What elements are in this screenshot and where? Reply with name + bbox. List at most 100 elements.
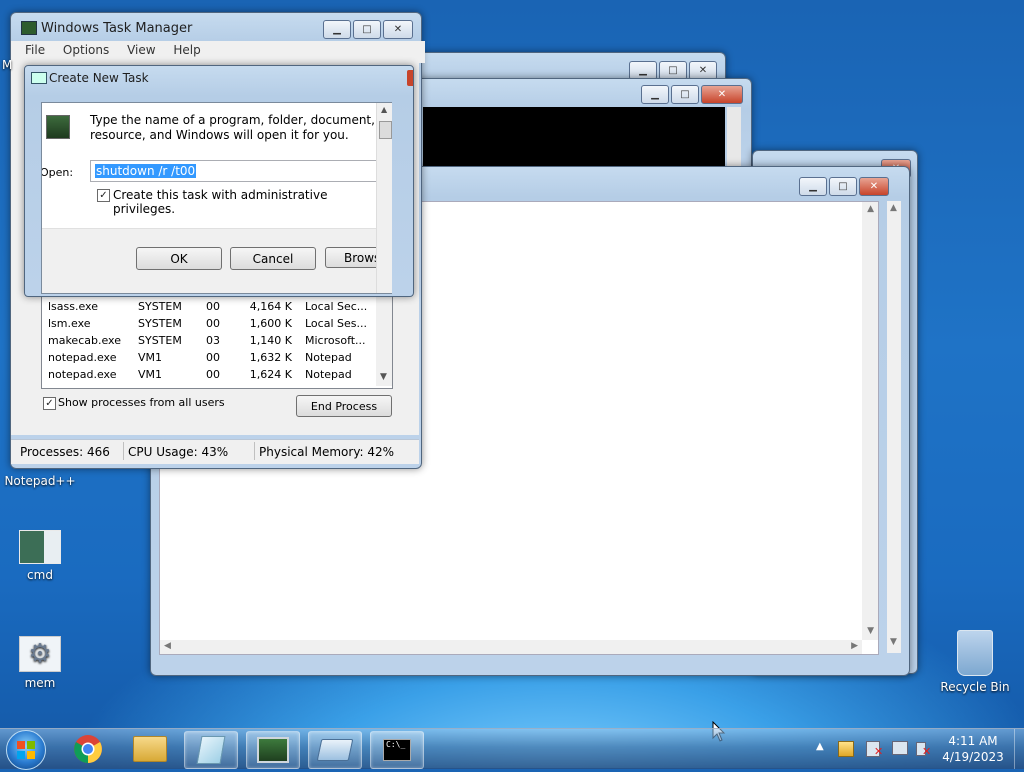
- process-desc: Local Ses...: [305, 317, 367, 330]
- cmd-icon: [19, 530, 61, 564]
- taskbar-chrome[interactable]: [62, 731, 114, 767]
- process-cpu: 03: [206, 334, 220, 347]
- action-center-icon[interactable]: [838, 741, 854, 757]
- desktop-icon-mem[interactable]: ⚙ mem: [0, 636, 80, 690]
- desktop-icon-label: Recycle Bin: [940, 680, 1010, 694]
- minimize-button[interactable]: ▁: [641, 85, 669, 104]
- cancel-button[interactable]: Cancel: [230, 247, 316, 270]
- menu-bar: File Options View Help: [11, 41, 425, 63]
- dialog-description: Type the name of a program, folder, docu…: [90, 113, 392, 143]
- back-window-scrollbar[interactable]: ▲ ▼: [887, 201, 901, 653]
- maximize-button[interactable]: □: [671, 85, 699, 104]
- menu-view[interactable]: View: [127, 43, 155, 57]
- run-icon: [316, 739, 354, 761]
- menu-options[interactable]: Options: [63, 43, 109, 57]
- process-cpu: 00: [206, 368, 220, 381]
- process-mem: 1,600 K: [249, 317, 292, 330]
- status-bar: Processes: 466 CPU Usage: 43% Physical M…: [11, 439, 419, 464]
- open-label: Open:: [41, 166, 74, 179]
- console-area: [423, 107, 725, 167]
- create-new-task-dialog[interactable]: Create New Task Type the name of a progr…: [24, 65, 414, 297]
- desktop-icon-label: mem: [24, 676, 56, 690]
- process-name: lsm.exe: [48, 317, 91, 330]
- menu-help[interactable]: Help: [173, 43, 200, 57]
- close-button[interactable]: [407, 70, 413, 86]
- taskbar-notepad[interactable]: [184, 731, 238, 769]
- window-title: Windows Task Manager: [41, 21, 193, 36]
- program-icon: [46, 115, 70, 139]
- process-mem: 1,140 K: [249, 334, 292, 347]
- show-hidden-icons-icon[interactable]: ▲: [816, 741, 824, 752]
- process-name: notepad.exe: [48, 351, 117, 364]
- process-list-scrollbar[interactable]: ▼: [376, 292, 392, 386]
- notepad-icon: [196, 736, 226, 764]
- task-manager-icon: [21, 21, 37, 35]
- process-mem: 1,624 K: [249, 368, 292, 381]
- scroll-thumb[interactable]: [379, 121, 392, 139]
- scroll-left-icon[interactable]: ◀: [164, 641, 171, 651]
- taskbar-task-manager[interactable]: [246, 731, 300, 769]
- minimize-button[interactable]: ▁: [323, 20, 351, 39]
- table-row[interactable]: lsm.exe SYSTEM 00 1,600 K Local Ses...: [48, 315, 370, 332]
- process-cpu: 00: [206, 351, 220, 364]
- table-row[interactable]: notepad.exe VM1 00 1,624 K Notepad: [48, 366, 370, 383]
- desktop-icon-cmd[interactable]: cmd: [0, 530, 80, 582]
- minimize-button[interactable]: ▁: [799, 177, 827, 196]
- table-row[interactable]: lsass.exe SYSTEM 00 4,164 K Local Sec...: [48, 298, 370, 315]
- status-processes: Processes: 466: [20, 445, 110, 459]
- process-user: SYSTEM: [138, 300, 182, 313]
- chrome-icon: [74, 735, 102, 763]
- process-cpu: 00: [206, 317, 220, 330]
- dialog-title: Create New Task: [49, 71, 149, 85]
- status-memory: Physical Memory: 42%: [259, 445, 395, 459]
- dialog-scrollbar[interactable]: ▲: [376, 103, 392, 293]
- scroll-down-icon[interactable]: ▼: [867, 626, 874, 636]
- open-input-value: shutdown /r /t00: [95, 164, 197, 178]
- task-manager-icon: [257, 737, 289, 763]
- scroll-up-icon[interactable]: ▲: [867, 204, 874, 214]
- process-desc: Notepad: [305, 351, 352, 364]
- process-cpu: 00: [206, 300, 220, 313]
- clock[interactable]: 4:11 AM 4/19/2023: [940, 733, 1006, 765]
- open-input[interactable]: shutdown /r /t00: [90, 160, 392, 182]
- show-all-users-label: Show processes from all users: [58, 396, 225, 409]
- monitor-icon[interactable]: [892, 741, 908, 755]
- horizontal-scrollbar[interactable]: ◀ ▶: [160, 640, 862, 654]
- description-line-2: resource, and Windows will open it for y…: [90, 128, 349, 142]
- taskbar-run[interactable]: [308, 731, 362, 769]
- scroll-up-icon[interactable]: ▲: [381, 105, 387, 114]
- show-all-users-checkbox[interactable]: ✓: [43, 397, 56, 410]
- process-name: lsass.exe: [48, 300, 98, 313]
- desktop-icon-notepadpp[interactable]: Notepad++: [0, 474, 80, 488]
- show-desktop-button[interactable]: [1014, 729, 1024, 769]
- start-button[interactable]: [6, 730, 46, 770]
- process-desc: Local Sec...: [305, 300, 368, 313]
- desktop-icon-recycle-bin[interactable]: Recycle Bin: [935, 630, 1015, 694]
- description-line-1: Type the name of a program, folder, docu…: [90, 113, 392, 127]
- scroll-right-icon[interactable]: ▶: [851, 641, 858, 651]
- taskbar: C:\_ ▲ ✕ ✕ 4:11 AM 4/19/2023: [0, 728, 1024, 770]
- close-button[interactable]: ✕: [859, 177, 889, 196]
- taskbar-explorer[interactable]: [124, 731, 176, 767]
- table-row[interactable]: notepad.exe VM1 00 1,632 K Notepad: [48, 349, 370, 366]
- menu-file[interactable]: File: [25, 43, 45, 57]
- end-process-button[interactable]: End Process: [296, 395, 392, 417]
- maximize-button[interactable]: □: [353, 20, 381, 39]
- maximize-button[interactable]: □: [829, 177, 857, 196]
- console-icon: C:\_: [383, 739, 411, 761]
- process-desc: Microsoft...: [305, 334, 366, 347]
- close-button[interactable]: ✕: [701, 85, 743, 104]
- status-cpu: CPU Usage: 43%: [128, 445, 229, 459]
- close-button[interactable]: ✕: [383, 20, 413, 39]
- admin-privileges-checkbox[interactable]: ✓: [97, 189, 110, 202]
- process-user: SYSTEM: [138, 317, 182, 330]
- taskbar-cmd[interactable]: C:\_: [370, 731, 424, 769]
- table-row[interactable]: makecab.exe SYSTEM 03 1,140 K Microsoft...: [48, 332, 370, 349]
- folder-icon: [133, 736, 167, 762]
- console-window[interactable]: ▁ □ ✕: [412, 78, 752, 180]
- ok-button[interactable]: OK: [136, 247, 222, 270]
- scroll-down-icon[interactable]: ▼: [380, 372, 387, 382]
- console-scrollbar[interactable]: [727, 107, 741, 167]
- vertical-scrollbar[interactable]: [862, 202, 878, 640]
- clock-date: 4/19/2023: [942, 750, 1004, 764]
